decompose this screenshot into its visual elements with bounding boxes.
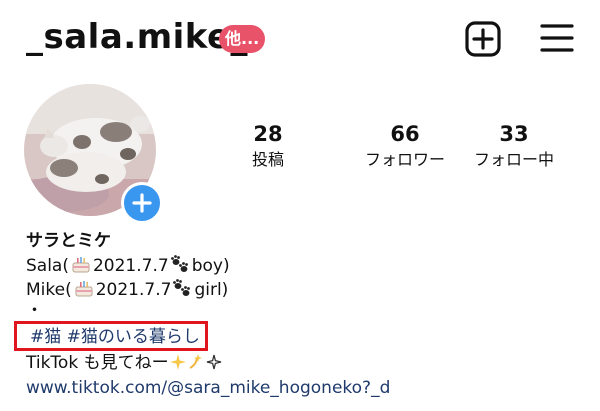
following-stat[interactable]: 33 フォロー中 (444, 120, 584, 172)
paw-icon (170, 255, 188, 272)
profile-username[interactable]: _sala.mike_ (26, 14, 248, 60)
notification-badge[interactable]: 他... (219, 25, 266, 53)
bio-tiktok-line: TikTok も見てねー (26, 352, 223, 374)
cake-icon (72, 257, 90, 273)
posts-label: 投稿 (251, 150, 284, 169)
following-count: 33 (499, 122, 529, 146)
add-story-button[interactable] (121, 182, 163, 224)
bio-mike-date: 2021.7.7 (95, 280, 172, 300)
posts-stat[interactable]: 28 投稿 (198, 120, 338, 172)
bio-dot: ・ (26, 301, 43, 321)
bio-tiktok-text: TikTok も見てねー (26, 353, 169, 373)
plus-square-icon[interactable] (465, 21, 501, 57)
bio-link[interactable]: www.tiktok.com/@sara_mike_hogoneko?_d (26, 377, 390, 399)
bio-sala-suffix: boy) (191, 256, 230, 276)
cake-icon (75, 281, 93, 297)
paw-icon (173, 279, 191, 296)
bio-sala-date: 2021.7.7 (92, 256, 169, 276)
plus-icon (132, 193, 152, 213)
posts-count: 28 (253, 122, 283, 146)
following-label: フォロー中 (473, 150, 554, 169)
bio-sala-prefix: Sala( (26, 256, 69, 276)
sparkle-outline-icon (206, 354, 221, 370)
dizzy-icon (189, 354, 202, 369)
hamburger-menu-icon[interactable] (540, 22, 574, 54)
profile-display-name: サラとミケ (26, 231, 111, 251)
sparkles-icon (169, 354, 186, 370)
bio-mike-prefix: Mike( (26, 280, 72, 300)
bio-mike-suffix: girl) (194, 280, 229, 300)
bio-line-mike: Mike( 2021.7.7 girl) (26, 278, 228, 301)
bio-hashtags[interactable]: #猫 #猫のいる暮らし (30, 326, 200, 348)
bio-line-sala: Sala( 2021.7.7 boy) (26, 254, 230, 277)
